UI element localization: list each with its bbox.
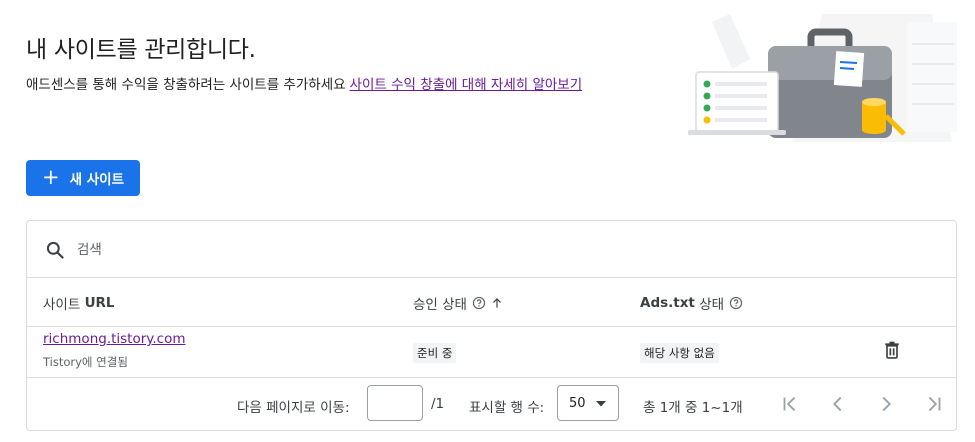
- search-icon: [46, 241, 64, 259]
- arrow-up-icon[interactable]: [490, 296, 504, 310]
- last-page-icon[interactable]: [923, 393, 945, 415]
- column-header-approval-status[interactable]: 승인 상태: [413, 293, 504, 313]
- total-pages-label: /1: [431, 396, 445, 412]
- new-site-button[interactable]: + 새 사이트: [26, 160, 140, 196]
- sites-table-card: 사이트 URL 승인 상태 Ads.txt 상태 richmong.ti: [26, 220, 957, 431]
- page-title: 내 사이트를 관리합니다.: [26, 37, 256, 63]
- prev-page-icon[interactable]: [827, 393, 849, 415]
- rows-per-page-label: 표시할 행 수:: [469, 400, 545, 416]
- column-header-site-url[interactable]: 사이트 URL: [43, 293, 115, 313]
- first-page-icon[interactable]: [779, 393, 801, 415]
- table-header: 사이트 URL 승인 상태 Ads.txt 상태: [27, 277, 956, 327]
- search-input[interactable]: [75, 237, 579, 263]
- briefcase-illustration: [688, 14, 957, 142]
- column-label-ads-txt: Ads.txt: [640, 295, 695, 311]
- column-label-prefix: 사이트: [43, 297, 81, 313]
- column-label-approval: 승인 상태: [413, 297, 467, 313]
- dropdown-arrow-icon: [596, 401, 606, 407]
- table-row: richmong.tistory.com Tistory에 연결됨 준비 중 해…: [27, 326, 956, 378]
- help-circle-icon[interactable]: [729, 296, 743, 310]
- new-site-label: 새 사이트: [69, 172, 124, 188]
- rows-per-page-select[interactable]: 50: [557, 385, 619, 421]
- search-bar: [27, 221, 956, 278]
- range-label: 총 1개 중 1~1개: [643, 400, 743, 416]
- plus-icon: +: [42, 164, 60, 189]
- approval-status-badge: 준비 중: [413, 343, 457, 363]
- site-url-link[interactable]: richmong.tistory.com: [43, 331, 185, 347]
- site-connection-note: Tistory에 연결됨: [43, 355, 128, 369]
- pagination-bar: 다음 페이지로 이동: /1 표시할 행 수: 50 총 1개 중 1~1개: [27, 377, 956, 432]
- column-label-status: 상태: [699, 297, 725, 313]
- trash-icon[interactable]: [882, 340, 902, 360]
- page-number-input[interactable]: [367, 385, 423, 421]
- description-text: 애드센스를 통해 수익을 창출하려는 사이트를 추가하세요: [26, 77, 346, 93]
- column-header-ads-txt-status[interactable]: Ads.txt 상태: [640, 293, 743, 313]
- learn-more-link[interactable]: 사이트 수익 창출에 대해 자세히 알아보기: [350, 77, 583, 93]
- rows-per-page-value: 50: [569, 395, 586, 411]
- ads-txt-status-badge: 해당 사항 없음: [640, 343, 719, 363]
- goto-page-label: 다음 페이지로 이동:: [237, 400, 350, 416]
- help-circle-icon[interactable]: [472, 296, 486, 310]
- next-page-icon[interactable]: [875, 393, 897, 415]
- page-description: 애드센스를 통해 수익을 창출하려는 사이트를 추가하세요 사이트 수익 창출에 …: [26, 73, 582, 93]
- column-label-url: URL: [84, 295, 115, 311]
